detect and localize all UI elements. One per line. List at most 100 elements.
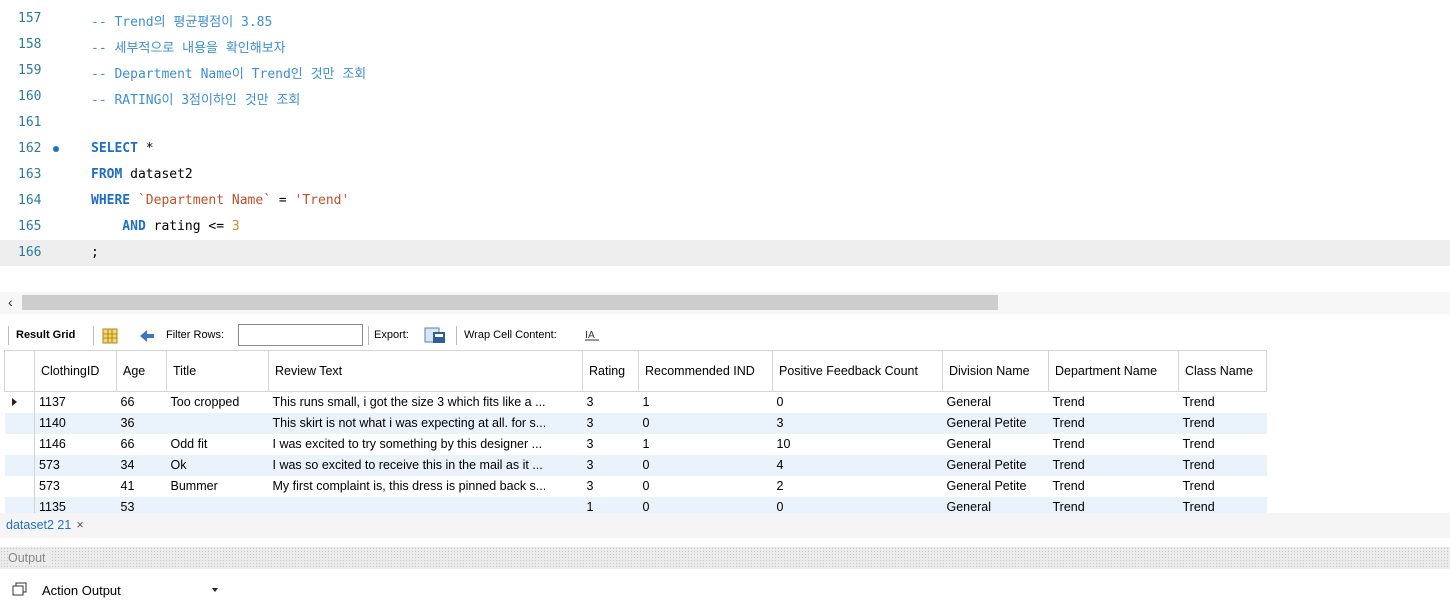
code-line[interactable]: 160 -- RATING이 3점이하인 것만 조회 xyxy=(0,84,1450,110)
scroll-left-arrow-icon[interactable]: ‹ xyxy=(8,294,13,310)
table-cell[interactable]: 0 xyxy=(638,496,773,513)
table-cell[interactable]: Trend xyxy=(1178,496,1267,513)
grid-view-icon[interactable] xyxy=(102,328,118,344)
table-cell[interactable]: Ok xyxy=(166,454,269,476)
column-header[interactable]: Class Name xyxy=(1178,350,1267,392)
column-header[interactable]: Positive Feedback Count xyxy=(772,350,943,392)
sql-editor[interactable]: 157 -- Trend의 평균평점이 3.85 158 -- 세부적으로 내용을 확… xyxy=(0,0,1450,290)
table-cell[interactable]: 0 xyxy=(638,454,773,476)
table-cell[interactable]: General Petite xyxy=(943,476,1049,497)
code-line[interactable]: 157 -- Trend의 평균평점이 3.85 xyxy=(0,6,1450,32)
table-cell[interactable]: Trend xyxy=(1048,496,1179,513)
wrap-text-icon[interactable]: IA xyxy=(584,328,600,342)
table-cell[interactable]: General xyxy=(942,496,1049,513)
table-cell[interactable]: Trend xyxy=(1179,434,1267,455)
result-tab[interactable]: dataset2 21 × xyxy=(6,518,84,532)
table-cell[interactable]: 0 xyxy=(772,496,943,513)
table-cell[interactable]: This skirt is not what i was expecting a… xyxy=(268,412,583,434)
code-line[interactable]: 163 FROM dataset2 xyxy=(0,162,1450,188)
table-cell[interactable]: 4 xyxy=(772,454,943,476)
table-cell[interactable]: 66 xyxy=(117,434,167,455)
table-row[interactable]: 573 41 Bummer My first complaint is, this d… xyxy=(4,475,1267,497)
row-selector[interactable] xyxy=(4,412,35,434)
row-selector[interactable] xyxy=(4,391,35,413)
code-line[interactable]: 164 WHERE `Department Name` = 'Trend' xyxy=(0,188,1450,214)
column-header[interactable]: Review Text xyxy=(268,350,583,392)
table-cell[interactable]: General xyxy=(943,392,1049,413)
table-cell[interactable]: General xyxy=(943,434,1049,455)
row-selector[interactable] xyxy=(4,475,35,497)
column-header[interactable]: Title xyxy=(166,350,269,392)
table-cell[interactable]: 3 xyxy=(583,434,639,455)
table-cell[interactable]: This runs small, i got the size 3 which … xyxy=(269,392,583,413)
table-cell[interactable]: 3 xyxy=(772,412,943,434)
column-header[interactable]: Division Name xyxy=(942,350,1049,392)
close-tab-icon[interactable]: × xyxy=(76,518,83,532)
row-selector[interactable] xyxy=(4,433,35,455)
table-cell[interactable]: 0 xyxy=(773,392,943,413)
table-cell[interactable]: Trend xyxy=(1049,434,1179,455)
table-row[interactable]: 1140 36 This skirt is not what i was expec… xyxy=(4,412,1267,434)
refresh-icon[interactable] xyxy=(138,328,156,344)
table-row[interactable]: 573 3 4 Ok I was so excited to receive this … xyxy=(4,454,1267,476)
code-line[interactable]: 159 -- Department Name이 Trend인 것만 조회 xyxy=(0,58,1450,84)
code-line[interactable]: 158 -- 세부적으로 내용을 확인해보자 xyxy=(0,32,1450,58)
table-cell[interactable]: 0 xyxy=(639,476,773,497)
table-cell[interactable]: Too cropped xyxy=(167,392,269,413)
table-cell[interactable]: Trend xyxy=(1178,412,1267,434)
table-cell[interactable]: 36 xyxy=(116,412,167,434)
table-cell[interactable]: 10 xyxy=(773,434,943,455)
table-cell[interactable]: Trend xyxy=(1048,412,1179,434)
table-cell[interactable]: 1146 xyxy=(35,434,117,455)
table-row[interactable]: 1137 66 Too cropped This runs small, i got … xyxy=(4,391,1267,413)
filter-rows-input[interactable] xyxy=(238,324,363,346)
table-cell[interactable]: I was so excited to receive this in the … xyxy=(268,454,583,476)
table-cell[interactable]: 1 xyxy=(582,496,639,513)
table-cell[interactable]: Trend xyxy=(1179,476,1267,497)
column-header[interactable]: ClothingID xyxy=(34,350,117,392)
table-cell[interactable] xyxy=(166,496,269,513)
table-cell[interactable]: 1 xyxy=(639,392,773,413)
table-cell[interactable]: I was excited to try something by this d… xyxy=(269,434,583,455)
code-line[interactable]: 161 xyxy=(0,110,1450,136)
table-cell[interactable]: My first complaint is, this dress is pin… xyxy=(269,476,583,497)
table-cell[interactable]: 3 xyxy=(582,454,639,476)
table-cell[interactable]: 573 xyxy=(35,476,117,497)
table-cell[interactable]: 53 xyxy=(116,496,167,513)
result-grid[interactable]: ClothingID Age Title Review Text Rating Recom… xyxy=(4,350,1450,513)
table-cell[interactable]: 1 xyxy=(639,434,773,455)
table-cell[interactable]: 1140 xyxy=(34,412,117,434)
table-cell[interactable]: 1135 xyxy=(34,496,117,513)
scrollbar-thumb[interactable] xyxy=(22,295,998,310)
table-cell[interactable]: Trend xyxy=(1049,476,1179,497)
table-cell[interactable]: 3 xyxy=(582,412,639,434)
code-line[interactable]: 166; xyxy=(0,240,1450,266)
row-selector[interactable] xyxy=(4,454,35,476)
code-line[interactable]: 162 SELECT * xyxy=(0,136,1450,162)
table-cell[interactable]: Trend xyxy=(1049,392,1179,413)
export-icon[interactable] xyxy=(424,326,446,344)
column-header[interactable]: Recommended IND xyxy=(638,350,773,392)
editor-horizontal-scrollbar[interactable]: ‹ xyxy=(0,292,1450,314)
table-cell[interactable]: 1137 xyxy=(35,392,117,413)
table-cell[interactable]: 573 xyxy=(34,454,117,476)
table-cell[interactable]: General Petite xyxy=(942,412,1049,434)
table-cell[interactable]: Odd fit xyxy=(167,434,269,455)
table-cell[interactable]: 2 xyxy=(773,476,943,497)
table-cell[interactable]: Bummer xyxy=(167,476,269,497)
table-cell[interactable]: 0 xyxy=(638,412,773,434)
table-row[interactable]: 1135 53 1 0 0 General Trend Trend xyxy=(4,496,1267,513)
table-cell[interactable]: 3 xyxy=(583,392,639,413)
table-cell[interactable]: Trend xyxy=(1178,454,1267,476)
code-line[interactable]: 165 AND rating <= 3 xyxy=(0,214,1450,240)
table-cell[interactable] xyxy=(268,496,583,513)
column-header[interactable]: Age xyxy=(116,350,167,392)
table-cell[interactable]: General Petite xyxy=(942,454,1049,476)
table-cell[interactable]: 41 xyxy=(117,476,167,497)
table-row[interactable]: 1146 66 Odd fit I was excited to try someth… xyxy=(4,433,1267,455)
copy-icon[interactable] xyxy=(12,582,28,596)
table-cell[interactable]: Trend xyxy=(1048,454,1179,476)
row-selector[interactable] xyxy=(4,496,35,513)
output-type-select[interactable]: Action Output xyxy=(36,578,226,602)
table-cell[interactable]: 3 xyxy=(583,476,639,497)
